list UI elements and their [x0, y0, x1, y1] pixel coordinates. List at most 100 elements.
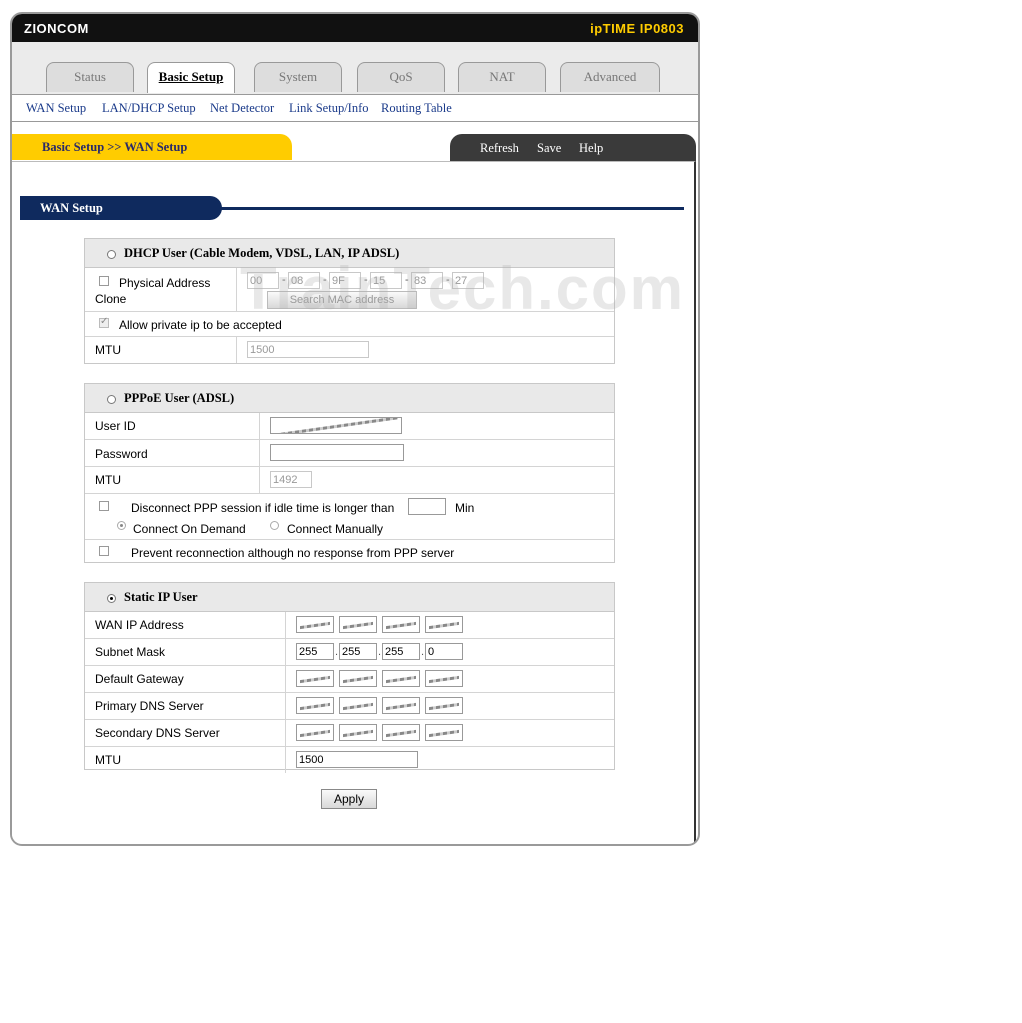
brand-logo: ZIONCOM: [24, 20, 89, 36]
help-button[interactable]: Help: [579, 141, 603, 156]
subnav-link-setup[interactable]: Link Setup/Info: [289, 101, 369, 116]
dhcp-mtu-row: MTU: [85, 337, 614, 363]
save-button[interactable]: Save: [537, 141, 561, 156]
mac-octet-3[interactable]: [329, 272, 361, 289]
allow-private-checkbox[interactable]: [99, 316, 109, 328]
phys-addr-row: Physical Address Clone - - - - - Search …: [85, 268, 614, 312]
dhcp-mtu-label: MTU: [95, 343, 121, 357]
dhcp-mtu-input[interactable]: [247, 341, 369, 358]
gateway-label: Default Gateway: [95, 672, 184, 686]
mac-octet-5[interactable]: [411, 272, 443, 289]
static-mtu-input[interactable]: [296, 751, 418, 768]
tab-qos[interactable]: QoS: [357, 62, 445, 92]
subnav-wan-setup[interactable]: WAN Setup: [26, 101, 86, 116]
mac-octet-6[interactable]: [452, 272, 484, 289]
dns2-label: Secondary DNS Server: [95, 726, 220, 740]
subnet-octet-3[interactable]: [382, 643, 420, 660]
static-title: Static IP User: [124, 590, 198, 604]
mac-octet-2[interactable]: [288, 272, 320, 289]
connect-manually-label: Connect Manually: [287, 522, 384, 536]
min-label: Min: [455, 501, 475, 515]
section-title: WAN Setup: [20, 196, 222, 220]
dhcp-header: DHCP User (Cable Modem, VDSL, LAN, IP AD…: [85, 239, 614, 268]
idle-minutes-input[interactable]: [408, 498, 446, 515]
subnet-octet-1[interactable]: [296, 643, 334, 660]
pppoe-mtu-input[interactable]: [270, 471, 312, 488]
tab-advanced[interactable]: Advanced: [560, 62, 660, 92]
disconnect-checkbox[interactable]: [99, 501, 109, 511]
static-radio[interactable]: [107, 593, 116, 603]
model-name: ipTIME IP0803: [590, 20, 684, 36]
dns1-octet-1[interactable]: [296, 697, 334, 714]
gateway-octet-3[interactable]: [382, 670, 420, 687]
allow-private-label: Allow private ip to be accepted: [119, 318, 282, 332]
subnet-row: Subnet Mask . . .: [85, 639, 614, 666]
gateway-row: Default Gateway: [85, 666, 614, 693]
tab-system[interactable]: System: [254, 62, 342, 92]
apply-button[interactable]: Apply: [321, 789, 377, 809]
connect-manually-radio[interactable]: [270, 521, 279, 530]
prevent-row: Prevent reconnection although no respons…: [85, 540, 614, 564]
subnav-net-detector[interactable]: Net Detector: [210, 101, 274, 116]
dns2-octet-1[interactable]: [296, 724, 334, 741]
gateway-octet-2[interactable]: [339, 670, 377, 687]
search-mac-button[interactable]: Search MAC address: [267, 291, 417, 309]
wan-ip-octet-2[interactable]: [339, 616, 377, 633]
tab-nat[interactable]: NAT: [458, 62, 546, 92]
pppoe-title: PPPoE User (ADSL): [124, 391, 235, 405]
wan-ip-row: WAN IP Address: [85, 612, 614, 639]
disconnect-label: Disconnect PPP session if idle time is l…: [131, 501, 395, 515]
dns1-label: Primary DNS Server: [95, 699, 204, 713]
subnet-label: Subnet Mask: [95, 645, 166, 659]
mac-octet-1[interactable]: [247, 272, 279, 289]
allow-private-row: Allow private ip to be accepted: [85, 312, 614, 337]
subnav-routing-table[interactable]: Routing Table: [381, 101, 452, 116]
dns1-octet-3[interactable]: [382, 697, 420, 714]
tab-status[interactable]: Status: [46, 62, 134, 92]
wan-ip-octet-4[interactable]: [425, 616, 463, 633]
subnet-octet-4[interactable]: [425, 643, 463, 660]
pppoe-mtu-label: MTU: [95, 473, 121, 487]
dhcp-title: DHCP User (Cable Modem, VDSL, LAN, IP AD…: [124, 246, 400, 260]
connect-on-demand-label: Connect On Demand: [133, 522, 246, 536]
dhcp-radio[interactable]: [107, 249, 116, 259]
router-admin-window: ZIONCOM ipTIME IP0803 Status Basic Setup…: [10, 12, 700, 846]
pppoe-mtu-row: MTU: [85, 467, 614, 494]
password-label: Password: [95, 447, 148, 461]
subnav-lan-dhcp-setup[interactable]: LAN/DHCP Setup: [102, 101, 196, 116]
action-bar: Refresh Save Help: [450, 134, 696, 162]
main-tabs: Status Basic Setup System QoS NAT Advanc…: [12, 42, 698, 94]
connect-on-demand-radio[interactable]: [117, 521, 126, 530]
userid-label: User ID: [95, 419, 136, 433]
static-mtu-label: MTU: [95, 753, 121, 767]
prevent-label: Prevent reconnection although no respons…: [131, 546, 455, 560]
dns1-octet-2[interactable]: [339, 697, 377, 714]
wan-ip-octet-3[interactable]: [382, 616, 420, 633]
idle-row: Disconnect PPP session if idle time is l…: [85, 494, 614, 540]
prevent-checkbox[interactable]: [99, 546, 109, 556]
tab-basic-setup[interactable]: Basic Setup: [147, 62, 235, 93]
breadcrumb: Basic Setup >> WAN Setup: [12, 134, 292, 160]
sub-navigation: WAN Setup LAN/DHCP Setup Net Detector Li…: [12, 94, 698, 122]
password-input[interactable]: [270, 444, 404, 461]
dns1-octet-4[interactable]: [425, 697, 463, 714]
userid-row: User ID: [85, 413, 614, 440]
subnet-octet-2[interactable]: [339, 643, 377, 660]
refresh-button[interactable]: Refresh: [480, 141, 519, 156]
mac-octet-4[interactable]: [370, 272, 402, 289]
phys-addr-label: Physical Address Clone: [95, 276, 211, 306]
dns1-row: Primary DNS Server: [85, 693, 614, 720]
wan-ip-label: WAN IP Address: [95, 618, 184, 632]
gateway-octet-4[interactable]: [425, 670, 463, 687]
userid-input[interactable]: [270, 417, 402, 434]
dns2-octet-4[interactable]: [425, 724, 463, 741]
gateway-octet-1[interactable]: [296, 670, 334, 687]
top-bar: ZIONCOM ipTIME IP0803: [12, 14, 698, 42]
wan-ip-octet-1[interactable]: [296, 616, 334, 633]
static-ip-section: Static IP User WAN IP Address Subnet Mas…: [84, 582, 615, 773]
section-divider: [220, 207, 684, 210]
dns2-octet-2[interactable]: [339, 724, 377, 741]
password-row: Password: [85, 440, 614, 467]
dns2-octet-3[interactable]: [382, 724, 420, 741]
pppoe-radio[interactable]: [107, 394, 116, 404]
